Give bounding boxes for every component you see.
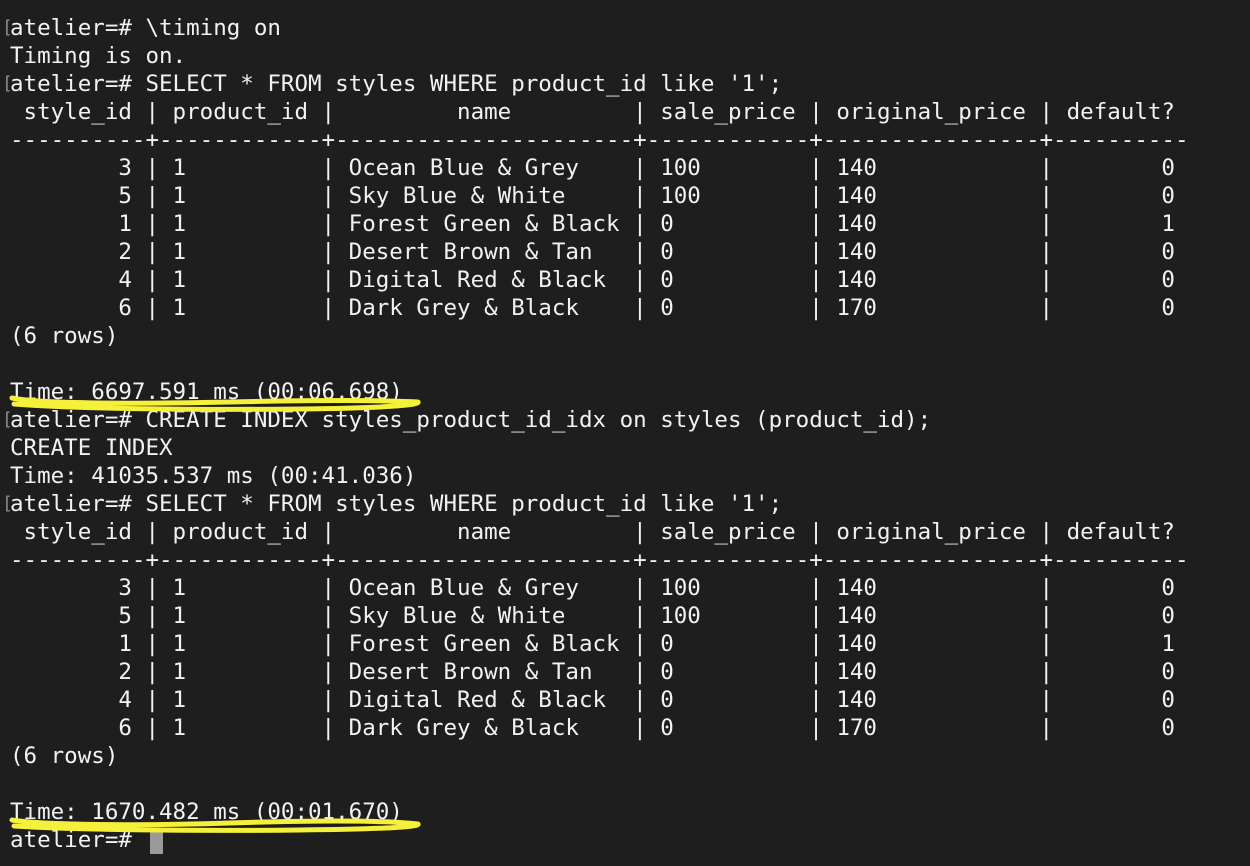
terminal-line-command: atelier=# \timing on	[10, 15, 281, 41]
table-row: 3 | 1 | Ocean Blue & Grey | 100 | 140 | …	[10, 575, 1175, 601]
timing-result: Time: 41035.537 ms (00:41.036)	[10, 463, 417, 489]
terminal-line-command: atelier=# SELECT * FROM styles WHERE pro…	[10, 491, 783, 517]
table-row: 2 | 1 | Desert Brown & Tan | 0 | 140 | 0	[10, 659, 1175, 685]
row-count: (6 rows)	[10, 743, 119, 769]
terminal-line-command: atelier=# CREATE INDEX styles_product_id…	[10, 407, 932, 433]
table-separator: ----------+------------+----------------…	[10, 127, 1189, 153]
timing-result: Time: 6697.591 ms (00:06.698)	[10, 379, 403, 405]
table-row: 6 | 1 | Dark Grey & Black | 0 | 170 | 0	[10, 715, 1175, 741]
row-count: (6 rows)	[10, 323, 119, 349]
table-header: style_id | product_id | name | sale_pric…	[10, 99, 1175, 125]
table-row: 5 | 1 | Sky Blue & White | 100 | 140 | 0	[10, 603, 1175, 629]
table-row: 3 | 1 | Ocean Blue & Grey | 100 | 140 | …	[10, 155, 1175, 181]
table-row: 6 | 1 | Dark Grey & Black | 0 | 170 | 0	[10, 295, 1175, 321]
table-row: 2 | 1 | Desert Brown & Tan | 0 | 140 | 0	[10, 239, 1175, 265]
terminal-prompt[interactable]: atelier=#	[10, 826, 145, 854]
table-row: 4 | 1 | Digital Red & Black | 0 | 140 | …	[10, 687, 1175, 713]
table-row: 4 | 1 | Digital Red & Black | 0 | 140 | …	[10, 267, 1175, 293]
table-separator: ----------+------------+----------------…	[10, 547, 1189, 573]
terminal-line-output: CREATE INDEX	[10, 435, 173, 461]
terminal-line-command: atelier=# SELECT * FROM styles WHERE pro…	[10, 71, 783, 97]
table-row: 1 | 1 | Forest Green & Black | 0 | 140 |…	[10, 211, 1175, 237]
terminal-line-output: Timing is on.	[10, 43, 187, 69]
table-header: style_id | product_id | name | sale_pric…	[10, 519, 1175, 545]
table-row: 1 | 1 | Forest Green & Black | 0 | 140 |…	[10, 631, 1175, 657]
text-cursor	[150, 828, 163, 854]
timing-result: Time: 1670.482 ms (00:01.670)	[10, 799, 403, 825]
terminal-window[interactable]: [ [ [ [ atelier=# \timing on Timing is o…	[0, 0, 1250, 866]
table-row: 5 | 1 | Sky Blue & White | 100 | 140 | 0	[10, 183, 1175, 209]
